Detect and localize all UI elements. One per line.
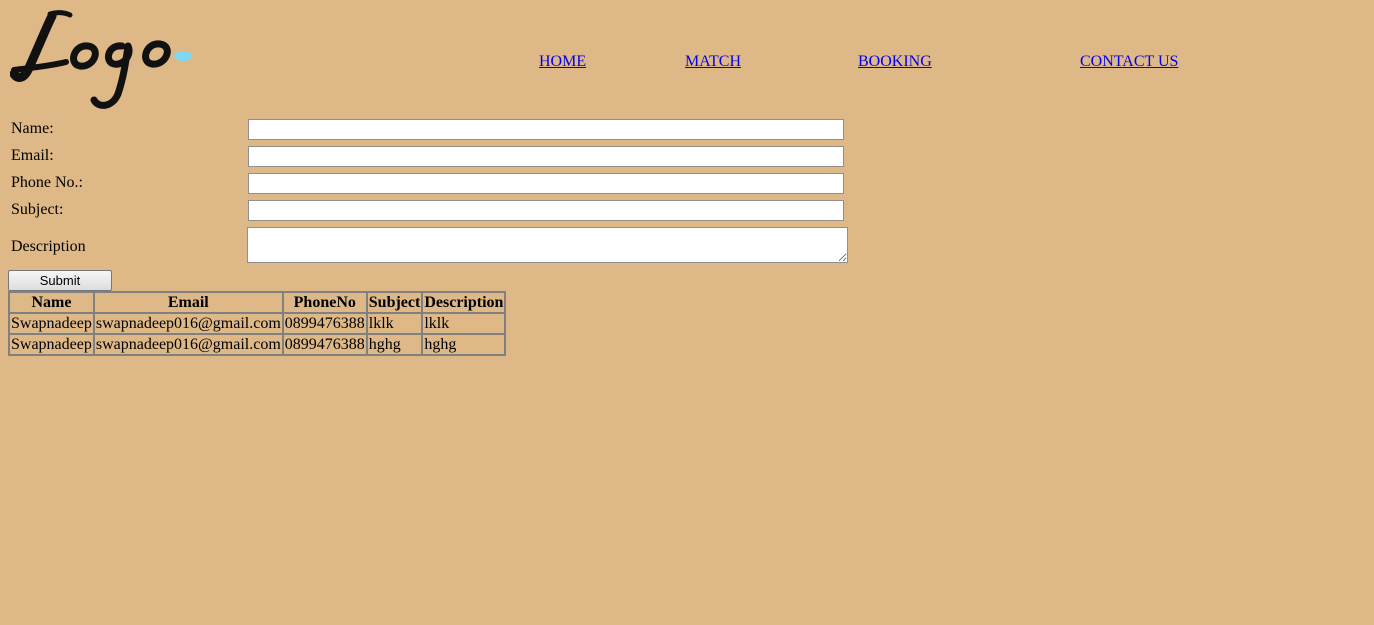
cell-email: swapnadeep016@gmail.com — [93, 334, 283, 355]
nav-contact-us-link[interactable]: CONTACT US — [1080, 53, 1178, 71]
phone-input[interactable] — [248, 173, 844, 194]
table-row: Swapnadeep swapnadeep016@gmail.com 08994… — [9, 313, 506, 334]
column-header-email: Email — [93, 292, 283, 313]
cell-email: swapnadeep016@gmail.com — [93, 313, 283, 334]
subject-input[interactable] — [248, 200, 844, 221]
logo-image — [10, 10, 192, 109]
table-header-row: Name Email PhoneNo Subject Description — [9, 292, 506, 313]
page: HOME MATCH BOOKING CONTACT US Name: Emai… — [0, 0, 1374, 625]
cell-phone: 0899476388 — [282, 313, 367, 334]
submissions-table: Name Email PhoneNo Subject Description S… — [8, 291, 507, 356]
nav-home-link[interactable]: HOME — [539, 53, 586, 71]
cell-subject: lklk — [366, 313, 423, 334]
cell-phone: 0899476388 — [282, 334, 367, 355]
email-input[interactable] — [248, 146, 844, 167]
subject-label: Subject: — [11, 201, 64, 218]
table-row: Swapnadeep swapnadeep016@gmail.com 08994… — [9, 334, 506, 355]
email-label: Email: — [11, 147, 54, 164]
description-label: Description — [11, 238, 86, 255]
name-label: Name: — [11, 120, 54, 137]
name-input[interactable] — [248, 119, 844, 140]
nav-match-link[interactable]: MATCH — [685, 53, 741, 71]
column-header-name: Name — [9, 292, 94, 313]
cell-description: hghg — [422, 334, 506, 355]
cell-description: lklk — [422, 313, 506, 334]
nav-booking-link[interactable]: BOOKING — [858, 53, 932, 71]
submit-button[interactable]: Submit — [8, 270, 112, 291]
cell-subject: hghg — [366, 334, 423, 355]
cell-name: Swapnadeep — [9, 313, 94, 334]
phone-label: Phone No.: — [11, 174, 83, 191]
description-textarea[interactable] — [247, 227, 848, 263]
column-header-phone: PhoneNo — [282, 292, 367, 313]
column-header-description: Description — [422, 292, 506, 313]
column-header-subject: Subject — [366, 292, 423, 313]
cell-name: Swapnadeep — [9, 334, 94, 355]
